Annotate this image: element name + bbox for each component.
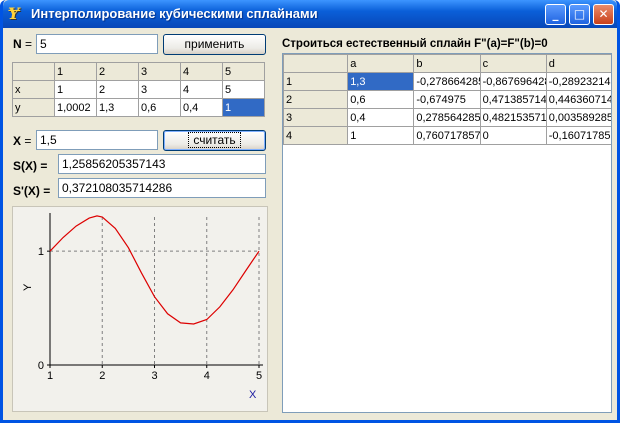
cell[interactable]: -0,674975	[413, 90, 481, 109]
sp-label: S'(X) =	[13, 184, 51, 198]
cell[interactable]: -0,278664285	[413, 72, 481, 91]
cell[interactable]: 0,4821535714	[479, 108, 547, 127]
selected-cell[interactable]: 1	[222, 98, 265, 117]
header-cell: c	[479, 54, 547, 73]
cell[interactable]: 1,0002	[54, 98, 97, 117]
cell[interactable]: 3	[138, 80, 181, 99]
x-tick-label: 1	[47, 370, 53, 382]
s-label: S(X) =	[13, 159, 48, 173]
table-header-row: a b c d	[283, 54, 611, 73]
row-label: 3	[283, 108, 349, 127]
cell[interactable]: 1	[54, 80, 97, 99]
compute-button[interactable]: считать	[163, 130, 266, 151]
header-cell: a	[347, 54, 415, 73]
spline-title: Строиться естественный сплайн F"(a)=F"(b…	[282, 38, 548, 50]
cell[interactable]: 0,4	[180, 98, 223, 117]
input-table[interactable]: 1 2 3 4 5 x 1 2 3 4 5 y 1,0002 1,3 0,6 0…	[12, 62, 265, 117]
cell[interactable]: -0,289232142	[545, 72, 611, 91]
table-row: y 1,0002 1,3 0,6 0,4 1	[12, 98, 265, 117]
cell[interactable]: 1	[347, 126, 415, 145]
sp-value-field[interactable]: 0,372108035714286	[58, 178, 266, 198]
cell[interactable]: 0,2785642857	[413, 108, 481, 127]
s-value-field[interactable]: 1,25856205357143	[58, 154, 266, 174]
x-axis-title: X	[249, 389, 257, 401]
close-button[interactable]: ✕	[593, 4, 614, 25]
selected-cell[interactable]: 1,3	[347, 72, 415, 91]
header-cell: b	[413, 54, 481, 73]
x-tick-label: 4	[204, 370, 210, 382]
cell[interactable]: 0,0035892857	[545, 108, 611, 127]
y-tick-label: 0	[38, 360, 44, 372]
table-row: 3 0,4 0,2785642857 0,4821535714 0,003589…	[283, 108, 611, 127]
row-label: y	[12, 98, 55, 117]
table-row: 2 0,6 -0,674975 0,4713857142 0,446360714…	[283, 90, 611, 109]
maximize-button[interactable]: □	[569, 4, 590, 25]
window-title: Интерполирование кубическими сплайнами	[31, 6, 318, 21]
cell[interactable]: 0,4463607142	[545, 90, 611, 109]
cell[interactable]: 0,6	[347, 90, 415, 109]
chart-panel: 1234501XY	[12, 206, 268, 412]
cell[interactable]: 0	[479, 126, 547, 145]
table-row: 4 1 0,7607178571 0 -0,1607178571	[283, 126, 611, 145]
client-area: N = 5 применить 1 2 3 4 5 x 1 2 3 4 5 y …	[6, 28, 617, 420]
header-cell	[283, 54, 349, 73]
main-window: Ɏ Интерполирование кубическими сплайнами…	[0, 0, 620, 423]
minimize-button[interactable]: _	[545, 4, 566, 25]
x-input[interactable]: 1,5	[36, 130, 158, 150]
header-cell: 4	[180, 62, 223, 81]
row-label: 4	[283, 126, 349, 145]
y-tick-label: 1	[38, 246, 44, 258]
title-bar[interactable]: Ɏ Интерполирование кубическими сплайнами…	[3, 0, 617, 28]
coefficients-grid[interactable]: a b c d 1 1,3 -0,278664285 -0,867696428 …	[282, 53, 612, 413]
row-label: 2	[283, 90, 349, 109]
header-cell: 2	[96, 62, 139, 81]
coefficients-table[interactable]: a b c d 1 1,3 -0,278664285 -0,867696428 …	[283, 54, 611, 145]
x-label: X =	[13, 134, 32, 148]
cell[interactable]: 5	[222, 80, 265, 99]
app-icon[interactable]: Ɏ	[8, 5, 26, 23]
cell[interactable]: 0,6	[138, 98, 181, 117]
x-tick-label: 3	[151, 370, 157, 382]
spline-chart: 1 2 3 4 501XY	[22, 213, 263, 401]
header-cell: 1	[54, 62, 97, 81]
table-row: x 1 2 3 4 5	[12, 80, 265, 99]
apply-button[interactable]: применить	[163, 34, 266, 55]
header-cell: 5	[222, 62, 265, 81]
row-label: x	[12, 80, 55, 99]
cell[interactable]: 0,4	[347, 108, 415, 127]
cell[interactable]: 1,3	[96, 98, 139, 117]
header-cell: 3	[138, 62, 181, 81]
cell[interactable]: 2	[96, 80, 139, 99]
table-header-row: 1 2 3 4 5	[12, 62, 265, 81]
y-axis-title: Y	[22, 283, 34, 291]
cell[interactable]: -0,867696428	[479, 72, 547, 91]
x-tick-label: 5	[256, 370, 262, 382]
cell[interactable]: 0,4713857142	[479, 90, 547, 109]
row-label: 1	[283, 72, 349, 91]
n-label: N =	[13, 37, 33, 51]
table-row: 1 1,3 -0,278664285 -0,867696428 -0,28923…	[283, 72, 611, 91]
header-cell	[12, 62, 55, 81]
n-input[interactable]: 5	[36, 34, 158, 54]
cell[interactable]: -0,1607178571	[545, 126, 611, 145]
header-cell: d	[545, 54, 611, 73]
x-tick-label: 2	[99, 370, 105, 382]
cell[interactable]: 4	[180, 80, 223, 99]
cell[interactable]: 0,7607178571	[413, 126, 481, 145]
